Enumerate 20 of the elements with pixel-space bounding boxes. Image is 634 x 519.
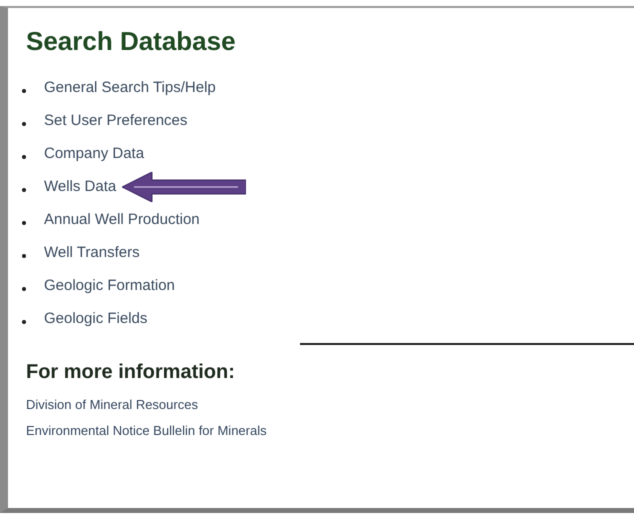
info-link[interactable]: Division of Mineral Resources (26, 392, 634, 418)
page-title: Search Database (26, 26, 237, 57)
bullet-icon (22, 220, 26, 224)
bullet-icon (22, 122, 26, 126)
menu-link[interactable]: Geologic Formation (44, 277, 175, 294)
menu-link[interactable]: Geologic Fields (44, 310, 148, 327)
bullet-icon (22, 188, 26, 192)
info-link[interactable]: Environmental Notice Bullelin for Minerals (26, 418, 634, 444)
bullet-icon (22, 154, 26, 158)
menu-link[interactable]: General Search Tips/Help (44, 79, 216, 96)
menu-link[interactable]: Set User Preferences (44, 112, 188, 129)
bullet-icon (22, 320, 26, 324)
menu-link[interactable]: Well Transfers (44, 244, 140, 261)
bullet-icon (22, 254, 26, 258)
bullet-icon (22, 88, 26, 92)
menu-link[interactable]: Wells Data (44, 178, 116, 195)
bullet-icon (22, 286, 26, 290)
menu-link[interactable]: Company Data (44, 145, 144, 162)
section-heading: For more information: (26, 361, 236, 384)
menu-link[interactable]: Annual Well Production (44, 211, 200, 228)
